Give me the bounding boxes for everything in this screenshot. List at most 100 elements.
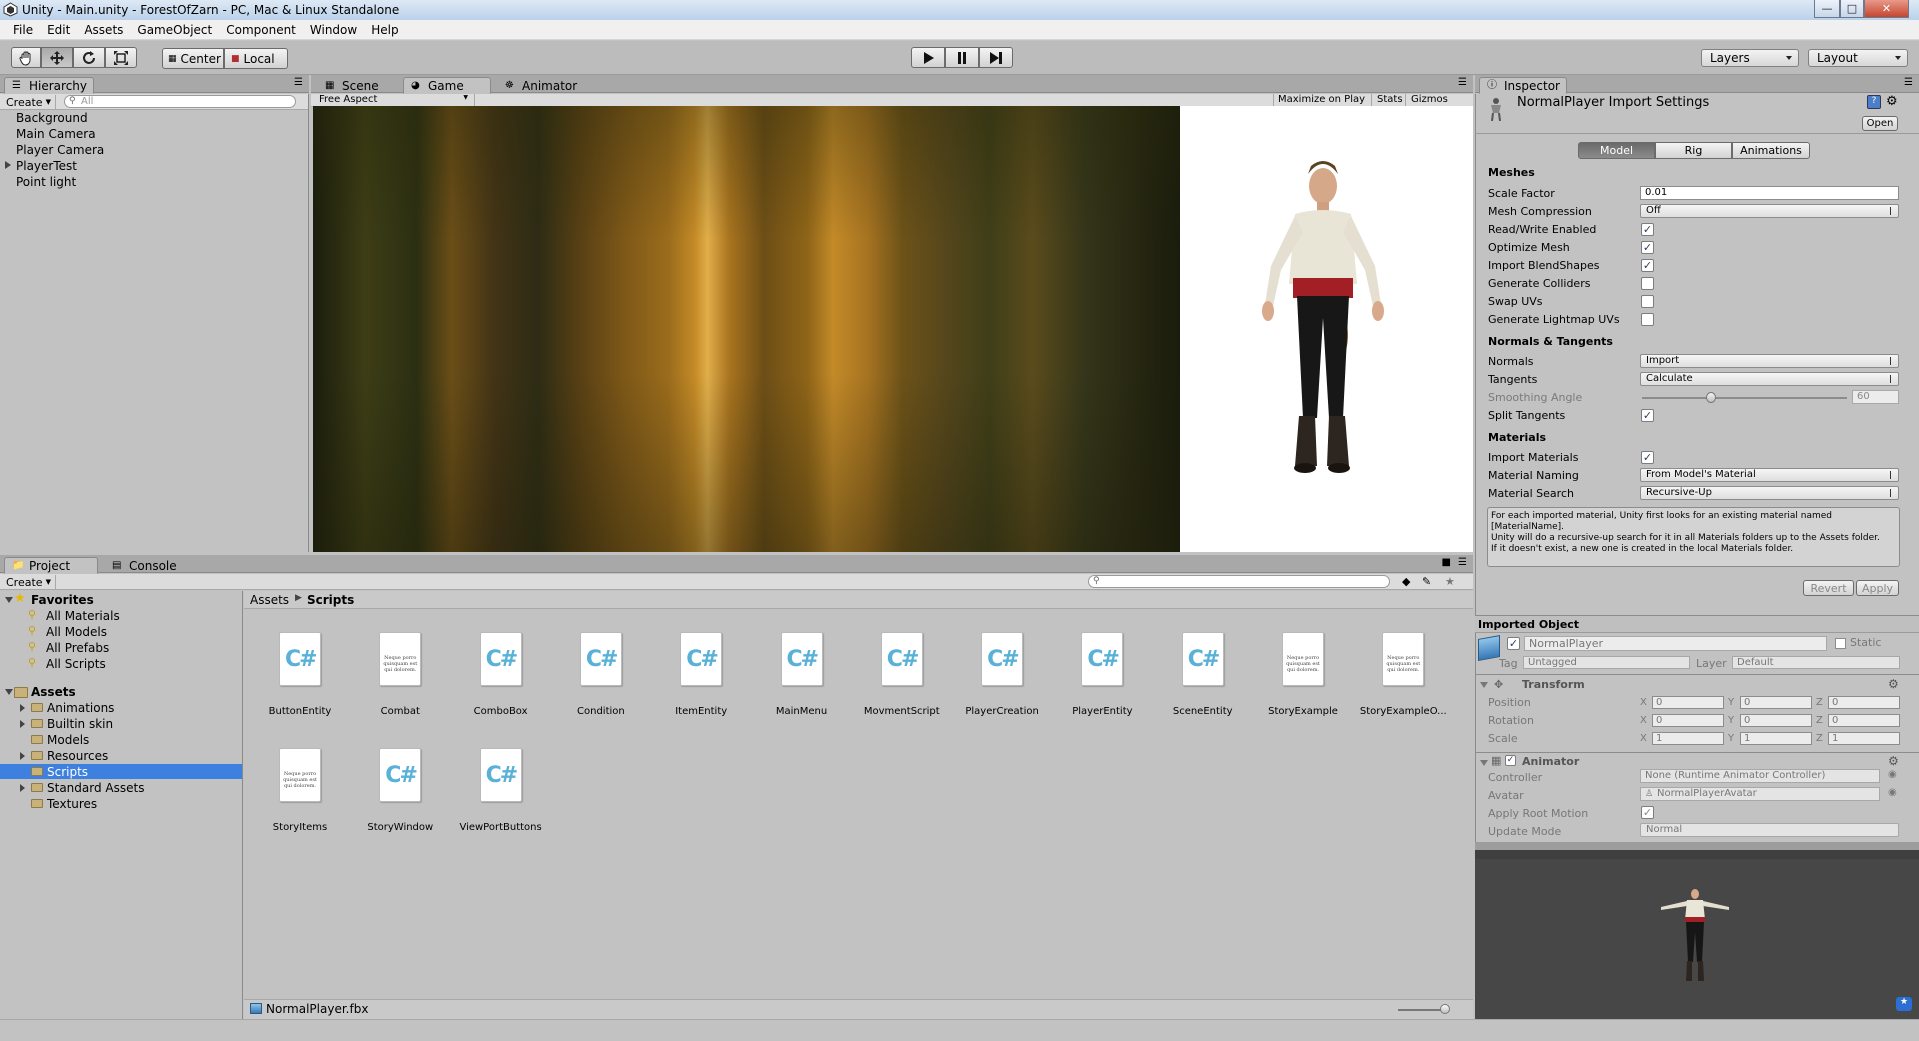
filter-by-label-icon[interactable]: ✎ — [1422, 575, 1431, 588]
object-picker-icon[interactable]: ◉ — [1888, 769, 1897, 780]
asset-item[interactable]: C# ItemEntity — [653, 632, 749, 718]
scale-x-input[interactable]: 1 — [1652, 732, 1724, 745]
controller-field[interactable]: None (Runtime Animator Controller) — [1640, 769, 1880, 783]
filter-by-type-icon[interactable]: ◆ — [1402, 575, 1410, 588]
collapse-arrow-icon[interactable] — [1480, 760, 1488, 766]
hierarchy-item-player-camera[interactable]: Player Camera — [16, 143, 104, 157]
asset-item[interactable]: C# ComboBox — [453, 632, 549, 718]
panel-menu-icon[interactable]: ☰ — [294, 77, 303, 88]
scale-y-input[interactable]: 1 — [1740, 732, 1812, 745]
animator-enabled-checkbox[interactable]: ✓ — [1505, 755, 1516, 766]
rotation-x-input[interactable]: 0 — [1652, 714, 1724, 727]
panel-menu-icon[interactable]: ☰ — [1458, 77, 1467, 88]
layer-dropdown[interactable]: Default — [1732, 656, 1900, 669]
hierarchy-create-button[interactable]: Create ▼ — [0, 95, 56, 109]
menu-file[interactable]: File — [6, 23, 40, 37]
collapse-arrow-icon[interactable] — [1480, 682, 1488, 688]
expand-arrow-icon[interactable] — [20, 720, 25, 728]
project-create-button[interactable]: Create ▼ — [0, 575, 56, 589]
folder-item[interactable]: Textures — [47, 797, 97, 811]
split-checkbox[interactable]: ✓ — [1641, 409, 1654, 422]
tab-scene[interactable]: ▦ Scene — [317, 77, 397, 94]
hierarchy-item-main-camera[interactable]: Main Camera — [16, 127, 96, 141]
mesh-compression-dropdown[interactable]: Off — [1640, 204, 1899, 218]
zoom-slider-thumb[interactable] — [1440, 1004, 1450, 1014]
preview-divider[interactable] — [1475, 842, 1919, 850]
tab-game[interactable]: ◕ Game — [403, 77, 491, 94]
position-x-input[interactable]: 0 — [1652, 696, 1724, 709]
assets-header[interactable]: Assets — [31, 685, 76, 699]
folder-item[interactable]: Models — [47, 733, 89, 747]
asset-item[interactable]: Neque porro quisquam est qui dolorem. Sto… — [1255, 632, 1351, 718]
favorites-header[interactable]: Favorites — [31, 593, 94, 607]
asset-item[interactable]: C# MainMenu — [754, 632, 850, 718]
aspect-dropdown[interactable]: Free Aspect ▼ — [315, 94, 475, 106]
normals-dropdown[interactable]: Import — [1640, 354, 1899, 368]
tangents-dropdown[interactable]: Calculate — [1640, 372, 1899, 386]
favorite-item[interactable]: All Materials — [46, 609, 120, 623]
smoothing-value-input[interactable]: 60 — [1852, 390, 1899, 404]
game-viewport[interactable] — [313, 106, 1473, 552]
apply-button[interactable]: Apply — [1856, 580, 1899, 596]
blend-checkbox[interactable]: ✓ — [1641, 259, 1654, 272]
menu-component[interactable]: Component — [219, 23, 303, 37]
scale-tool-button[interactable] — [105, 47, 137, 68]
rotation-y-input[interactable]: 0 — [1740, 714, 1812, 727]
folder-item[interactable]: Resources — [47, 749, 108, 763]
root-motion-checkbox[interactable]: ✓ — [1641, 806, 1654, 819]
asset-item[interactable]: Neque porro quisquam est qui dolorem. Sto… — [252, 748, 348, 834]
breadcrumb-assets[interactable]: Assets — [250, 593, 289, 607]
folder-item[interactable]: Animations — [47, 701, 114, 715]
play-button[interactable] — [911, 47, 945, 68]
collapse-arrow-icon[interactable] — [5, 689, 13, 695]
object-picker-icon[interactable]: ◉ — [1888, 787, 1897, 798]
asset-item[interactable]: C# SceneEntity — [1155, 632, 1251, 718]
gear-icon[interactable]: ⚙ — [1888, 754, 1899, 768]
swap-checkbox[interactable] — [1641, 295, 1654, 308]
folder-item[interactable]: Standard Assets — [47, 781, 144, 795]
asset-item[interactable]: C# PlayerEntity — [1054, 632, 1150, 718]
expand-arrow-icon[interactable] — [20, 784, 25, 792]
folder-item[interactable]: Builtin skin — [47, 717, 113, 731]
asset-label-tag-icon[interactable]: ★ — [1896, 997, 1912, 1011]
expand-arrow-icon[interactable] — [20, 704, 25, 712]
revert-button[interactable]: Revert — [1803, 580, 1854, 596]
scale-factor-input[interactable]: 0.01 — [1640, 186, 1899, 200]
step-button[interactable] — [979, 47, 1013, 68]
smoothing-slider-thumb[interactable] — [1706, 392, 1716, 403]
breadcrumb-scripts[interactable]: Scripts — [307, 593, 354, 607]
object-name-input[interactable]: NormalPlayer — [1524, 636, 1827, 651]
update-mode-dropdown[interactable]: Normal — [1640, 823, 1899, 837]
model-preview[interactable]: ★ — [1475, 859, 1919, 1019]
rotate-tool-button[interactable] — [73, 47, 105, 68]
project-search-input[interactable]: ⚲ — [1088, 575, 1390, 588]
menu-assets[interactable]: Assets — [77, 23, 130, 37]
naming-dropdown[interactable]: From Model's Material — [1640, 468, 1899, 482]
scale-z-input[interactable]: 1 — [1828, 732, 1900, 745]
import-mat-checkbox[interactable]: ✓ — [1641, 451, 1654, 464]
stats-toggle[interactable]: Stats — [1371, 94, 1408, 106]
favorite-star-icon[interactable]: ★ — [1445, 575, 1455, 588]
pivot-local-button[interactable]: ■ Local — [224, 48, 288, 69]
asset-item[interactable]: C# MovmentScript — [854, 632, 950, 718]
menu-help[interactable]: Help — [364, 23, 405, 37]
asset-item[interactable]: C# StoryWindow — [352, 748, 448, 834]
favorite-item[interactable]: All Scripts — [46, 657, 106, 671]
favorite-item[interactable]: All Prefabs — [46, 641, 109, 655]
pivot-center-button[interactable]: ▦ Center — [162, 48, 224, 69]
search-dropdown[interactable]: Recursive-Up — [1640, 486, 1899, 500]
tag-dropdown[interactable]: Untagged — [1523, 656, 1690, 669]
tab-hierarchy[interactable]: ☰ Hierarchy — [4, 77, 94, 94]
pause-button[interactable] — [945, 47, 979, 68]
menu-edit[interactable]: Edit — [40, 23, 77, 37]
hierarchy-item-point-light[interactable]: Point light — [16, 175, 76, 189]
static-checkbox[interactable] — [1835, 638, 1846, 649]
rw-checkbox[interactable]: ✓ — [1641, 223, 1654, 236]
rotation-z-input[interactable]: 0 — [1828, 714, 1900, 727]
asset-item[interactable]: C# PlayerCreation — [954, 632, 1050, 718]
asset-item[interactable]: C# ViewPortButtons — [453, 748, 549, 834]
smoothing-slider-track[interactable] — [1642, 397, 1847, 399]
asset-item[interactable]: Neque porro quisquam est qui dolorem. Sto… — [1355, 632, 1451, 718]
maximize-on-play-toggle[interactable]: Maximize on Play — [1273, 94, 1369, 106]
gear-icon[interactable]: ⚙ — [1888, 677, 1899, 691]
